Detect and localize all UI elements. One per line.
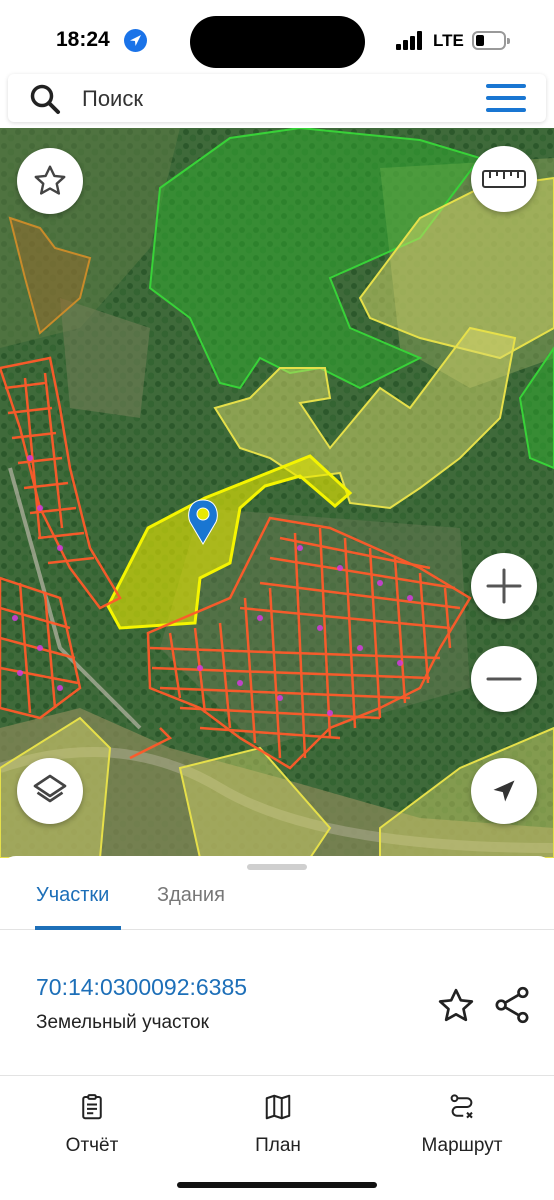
share-icon [495,986,529,1024]
status-time: 18:24 [56,28,110,51]
search-icon [28,82,62,116]
plus-icon [486,568,522,604]
bottom-navigation: Отчёт План Маршрут [0,1078,554,1178]
cellular-signal-icon [396,30,426,50]
navigation-arrow-icon [493,780,515,802]
tab-parcels[interactable]: Участки [36,884,109,907]
tab-bar: Участки Здания [0,870,554,930]
minus-icon [486,677,522,681]
nav-route[interactable]: Маршрут [410,1092,514,1157]
star-outline-icon [438,988,474,1022]
clipboard-icon [82,1094,102,1120]
my-location-button[interactable] [471,758,537,824]
network-type: LTE [433,31,464,50]
dynamic-island [190,16,365,68]
layers-icon [33,774,67,803]
ruler-icon [482,170,526,188]
nav-plan-label: План [255,1135,301,1156]
add-to-favorites-button[interactable] [436,986,476,1026]
status-bar: 18:24 LTE [0,0,554,80]
nav-report-label: Отчёт [65,1135,119,1156]
zoom-out-button[interactable] [471,646,537,712]
tab-buildings[interactable]: Здания [157,884,225,907]
route-icon [450,1094,473,1119]
hamburger-menu-icon[interactable] [486,84,526,112]
search-bar[interactable]: Поиск [8,74,546,122]
home-indicator [177,1182,377,1188]
nav-route-label: Маршрут [421,1135,503,1156]
star-outline-icon [34,165,66,195]
layers-button[interactable] [17,758,83,824]
search-input[interactable]: Поиск [82,86,143,112]
cadastral-number-link[interactable]: 70:14:0300092:6385 [36,974,247,1001]
favorites-button[interactable] [17,148,83,214]
satellite-map[interactable] [0,128,554,858]
parcel-result-item[interactable]: 70:14:0300092:6385 Земельный участок [0,930,554,1076]
bottom-sheet: Участки Здания 70:14:0300092:6385 Земель… [0,856,554,1200]
parcel-type-label: Земельный участок [36,1012,209,1033]
nav-plan[interactable]: План [236,1092,320,1157]
battery-icon [472,31,510,50]
ruler-button[interactable] [471,146,537,212]
location-services-icon [124,29,147,52]
map-icon [265,1094,291,1120]
zoom-in-button[interactable] [471,553,537,619]
share-button[interactable] [492,984,532,1026]
nav-report[interactable]: Отчёт [50,1092,134,1157]
